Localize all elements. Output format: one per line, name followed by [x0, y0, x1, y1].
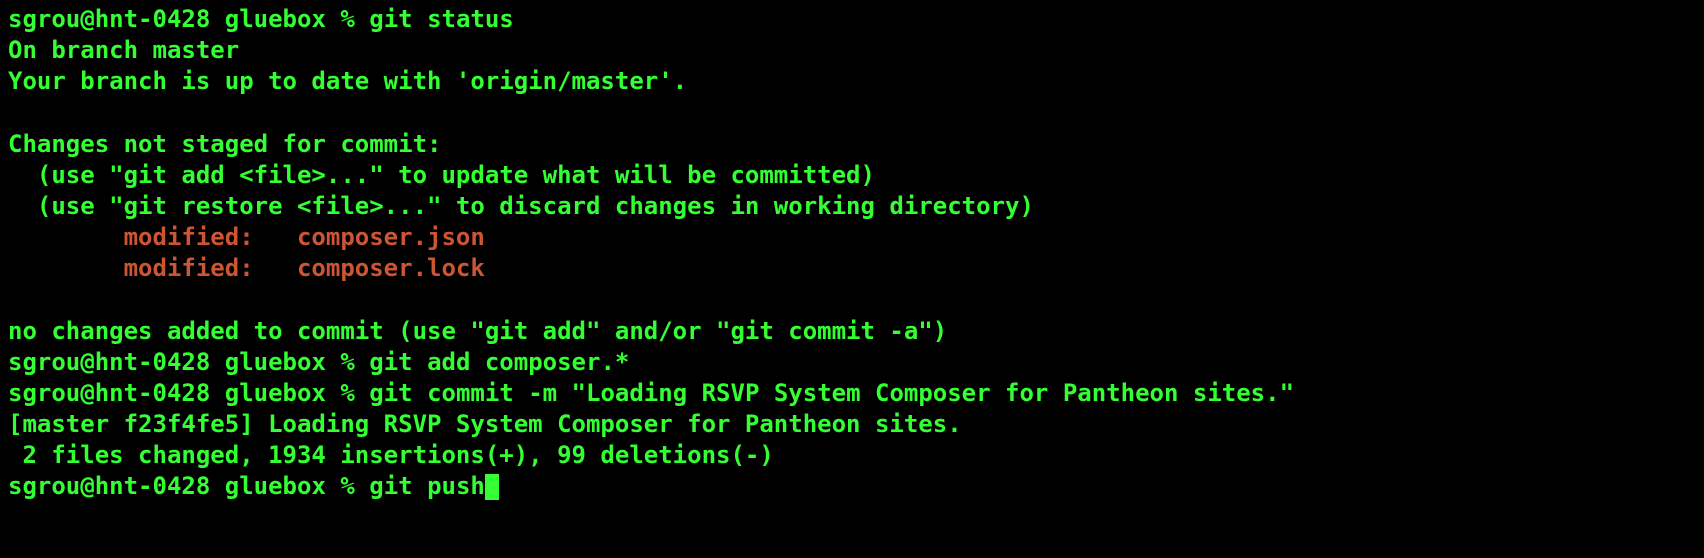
commit-result-1: [master f23f4fe5] Loading RSVP System Co… — [8, 409, 1696, 440]
modified-file-1: modified: composer.json — [8, 222, 1696, 253]
modified-file-2: modified: composer.lock — [8, 253, 1696, 284]
command-text: git status — [369, 5, 514, 33]
command-text: git push — [369, 472, 485, 500]
no-changes-line: no changes added to commit (use "git add… — [8, 316, 1696, 347]
prompt-line-4: sgrou@hnt-0428 gluebox % git push — [8, 471, 1696, 502]
prompt-user-host: sgrou@hnt-0428 gluebox % — [8, 5, 369, 33]
prompt-line-3: sgrou@hnt-0428 gluebox % git commit -m "… — [8, 378, 1696, 409]
prompt-line-2: sgrou@hnt-0428 gluebox % git add compose… — [8, 347, 1696, 378]
uptodate-line: Your branch is up to date with 'origin/m… — [8, 66, 1696, 97]
branch-line: On branch master — [8, 35, 1696, 66]
hint-restore: (use "git restore <file>..." to discard … — [8, 191, 1696, 222]
prompt-line-1: sgrou@hnt-0428 gluebox % git status — [8, 4, 1696, 35]
command-text: git commit -m "Loading RSVP System Compo… — [369, 379, 1294, 407]
hint-add: (use "git add <file>..." to update what … — [8, 160, 1696, 191]
terminal-output[interactable]: sgrou@hnt-0428 gluebox % git status On b… — [8, 4, 1696, 503]
commit-result-2: 2 files changed, 1934 insertions(+), 99 … — [8, 440, 1696, 471]
prompt-user-host: sgrou@hnt-0428 gluebox % — [8, 379, 369, 407]
blank-line — [8, 98, 1696, 129]
prompt-user-host: sgrou@hnt-0428 gluebox % — [8, 348, 369, 376]
cursor-block — [485, 474, 499, 500]
command-text: git add composer.* — [369, 348, 629, 376]
prompt-user-host: sgrou@hnt-0428 gluebox % — [8, 472, 369, 500]
blank-line — [8, 285, 1696, 316]
changes-header: Changes not staged for commit: — [8, 129, 1696, 160]
